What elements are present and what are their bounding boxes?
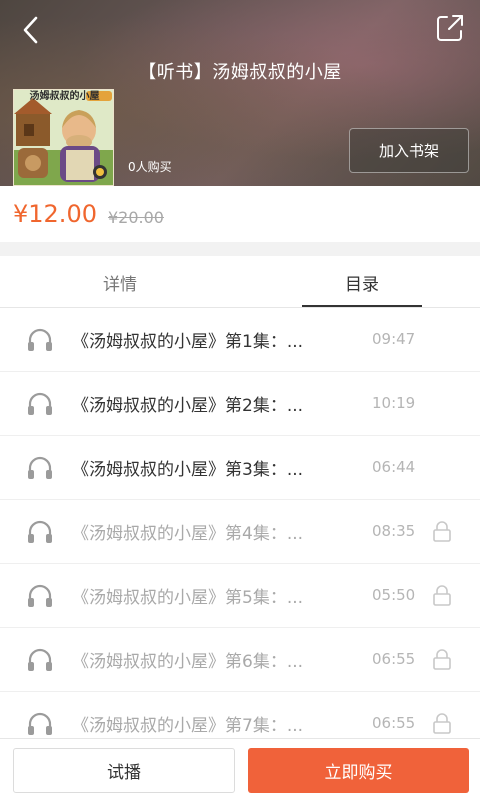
episode-title: 《汤姆叔叔的小屋》第6集：... <box>72 652 304 672</box>
episode-row[interactable]: 《汤姆叔叔的小屋》第6集：... 06:55 <box>0 628 480 692</box>
lock-icon <box>433 585 451 606</box>
book-header: 【听书】汤姆叔叔的小屋 汤姆叔叔的小屋 0人购买 加入书架 <box>0 0 480 186</box>
buyers-count: 0人购买 <box>128 160 172 174</box>
episode-title: 《汤姆叔叔的小屋》第5集：... <box>72 588 304 608</box>
headphones-icon <box>28 712 52 735</box>
episode-duration: 06:55 <box>372 714 416 732</box>
headphones-icon <box>28 648 52 671</box>
episode-row[interactable]: 《汤姆叔叔的小屋》第5集：... 05:50 <box>0 564 480 628</box>
episode-title: 《汤姆叔叔的小屋》第2集：... <box>72 396 304 416</box>
lock-icon <box>433 713 451 734</box>
trial-play-button[interactable]: 试播 <box>13 748 235 793</box>
episode-duration: 05:50 <box>372 586 416 604</box>
episode-row[interactable]: 《汤姆叔叔的小屋》第1集：... 09:47 <box>0 308 480 372</box>
tab-details[interactable]: 详情 <box>0 256 240 308</box>
episode-title: 《汤姆叔叔的小屋》第7集：... <box>72 716 304 736</box>
episode-title: 《汤姆叔叔的小屋》第1集：... <box>72 332 304 352</box>
section-divider <box>0 242 480 256</box>
episode-title: 《汤姆叔叔的小屋》第4集：... <box>72 524 304 544</box>
headphones-icon <box>28 520 52 543</box>
share-icon <box>437 15 463 41</box>
tab-bar: 详情 目录 <box>0 256 480 308</box>
active-tab-indicator <box>302 305 422 307</box>
lock-icon <box>433 649 451 670</box>
back-arrow-icon <box>23 16 38 44</box>
headphones-icon <box>28 584 52 607</box>
cover-illustration <box>14 90 113 185</box>
tab-catalog[interactable]: 目录 <box>302 256 422 308</box>
headphones-icon <box>28 456 52 479</box>
lock-icon <box>433 521 451 542</box>
episode-row[interactable]: 《汤姆叔叔的小屋》第3集：... 06:44 <box>0 436 480 500</box>
buy-now-button[interactable]: 立即购买 <box>248 748 469 793</box>
episode-row[interactable]: 《汤姆叔叔的小屋》第7集：... 06:55 <box>0 692 480 738</box>
episode-duration: 09:47 <box>372 330 416 348</box>
episode-duration: 06:44 <box>372 458 416 476</box>
book-cover[interactable]: 汤姆叔叔的小屋 <box>13 89 114 186</box>
episode-duration: 10:19 <box>372 394 416 412</box>
add-to-shelf-button[interactable]: 加入书架 <box>349 128 469 173</box>
purchase-bar: 试播 立即购买 <box>0 738 480 800</box>
book-title: 【听书】汤姆叔叔的小屋 <box>138 62 342 83</box>
episode-title: 《汤姆叔叔的小屋》第3集：... <box>72 460 304 480</box>
price-row: ¥12.00 ¥20.00 <box>0 186 480 242</box>
episode-list: 《汤姆叔叔的小屋》第1集：... 09:47 《汤姆叔叔的小屋》第2集：... … <box>0 308 480 738</box>
headphones-icon <box>28 392 52 415</box>
cover-caption: 汤姆叔叔的小屋 <box>29 91 100 102</box>
episode-row[interactable]: 《汤姆叔叔的小屋》第2集：... 10:19 <box>0 372 480 436</box>
current-price: ¥12.00 <box>13 200 97 228</box>
episode-duration: 08:35 <box>372 522 416 540</box>
original-price: ¥20.00 <box>108 208 164 227</box>
headphones-icon <box>28 328 52 351</box>
episode-row[interactable]: 《汤姆叔叔的小屋》第4集：... 08:35 <box>0 500 480 564</box>
share-button[interactable] <box>434 12 466 44</box>
episode-duration: 06:55 <box>372 650 416 668</box>
back-button[interactable] <box>14 12 50 48</box>
